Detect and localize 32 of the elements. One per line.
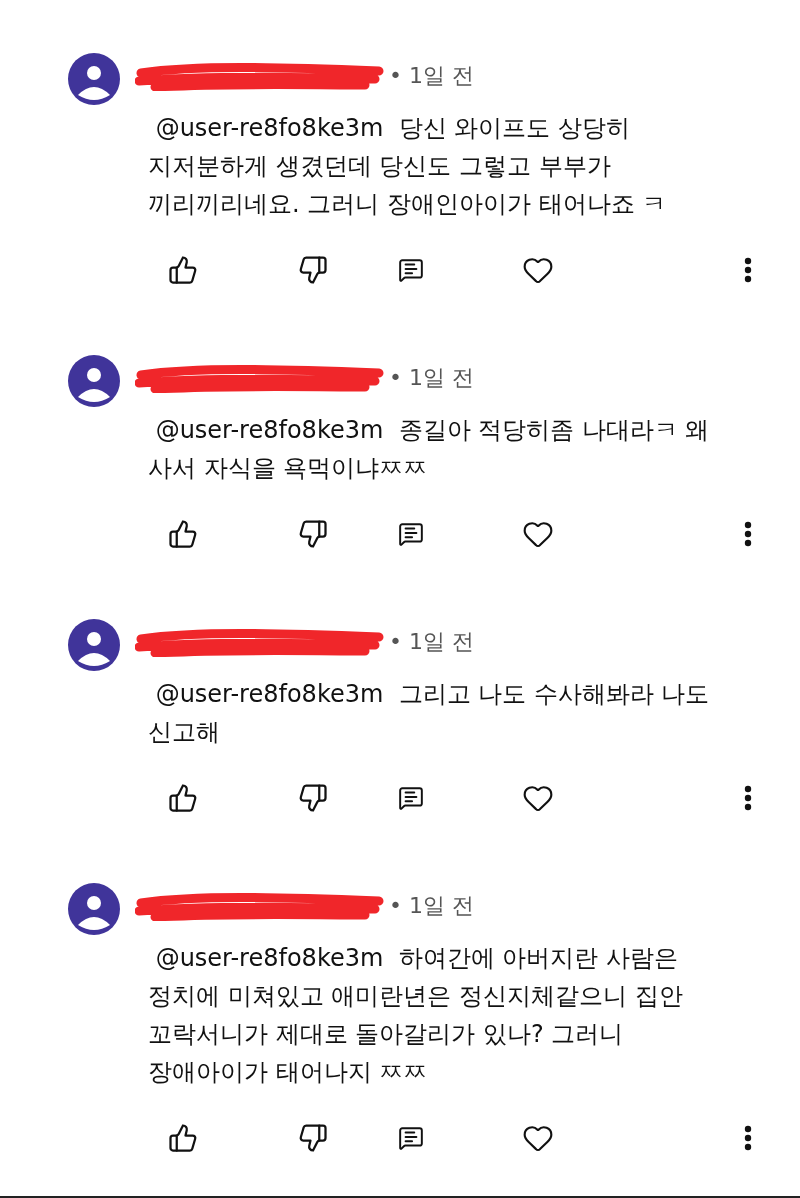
avatar-icon[interactable] <box>68 355 120 407</box>
more-options-button[interactable] <box>744 257 752 283</box>
more-options-button[interactable] <box>744 1125 752 1151</box>
more-icon <box>744 1125 752 1151</box>
like-button[interactable] <box>168 519 198 549</box>
more-icon <box>744 785 752 811</box>
more-options-button[interactable] <box>744 521 752 547</box>
more-options-button[interactable] <box>744 785 752 811</box>
dislike-button[interactable] <box>298 519 328 549</box>
reply-button[interactable] <box>398 257 424 283</box>
comment-time: • 1일 전 <box>389 62 474 90</box>
dislike-button[interactable] <box>298 783 328 813</box>
like-button[interactable] <box>168 1123 198 1153</box>
avatar-icon[interactable] <box>68 619 120 671</box>
comment-text: @user-re8fo8ke3m 당신 와이프도 상당히 지저분하게 생겼던데 당신도 그렇고 부부가 끼리끼리네요. 그러니 장애인아이가 태어나죠 ㅋ <box>148 113 668 220</box>
comment-time: • 1일 전 <box>389 364 474 392</box>
avatar-icon[interactable] <box>68 53 120 105</box>
more-icon <box>744 521 752 547</box>
comment-time: • 1일 전 <box>389 628 474 656</box>
like-button[interactable] <box>168 783 198 813</box>
comment-text: @user-re8fo8ke3m 하여간에 아버지란 사람은 정치에 미쳐있고 애미란년은 정신지체같으니 집안 꼬락서니가 제대로 돌아갈리가 있나? 그러니 장애아이가 태어나지 ㅉㅉ <box>148 943 684 1088</box>
comment-text: @user-re8fo8ke3m 그리고 나도 수사해봐라 나도 신고해 <box>148 679 711 748</box>
dislike-button[interactable] <box>298 255 328 285</box>
like-button[interactable] <box>168 255 198 285</box>
reply-button[interactable] <box>398 1125 424 1151</box>
dislike-button[interactable] <box>298 1123 328 1153</box>
reply-button[interactable] <box>398 785 424 811</box>
comment-time: • 1일 전 <box>389 892 474 920</box>
more-icon <box>744 257 752 283</box>
avatar-icon[interactable] <box>68 883 120 935</box>
comment-text: @user-re8fo8ke3m 종길아 적당히좀 나대라ㅋ 왜 사서 자식을 욕먹이냐ㅉㅉ <box>148 415 711 484</box>
reply-button[interactable] <box>398 521 424 547</box>
